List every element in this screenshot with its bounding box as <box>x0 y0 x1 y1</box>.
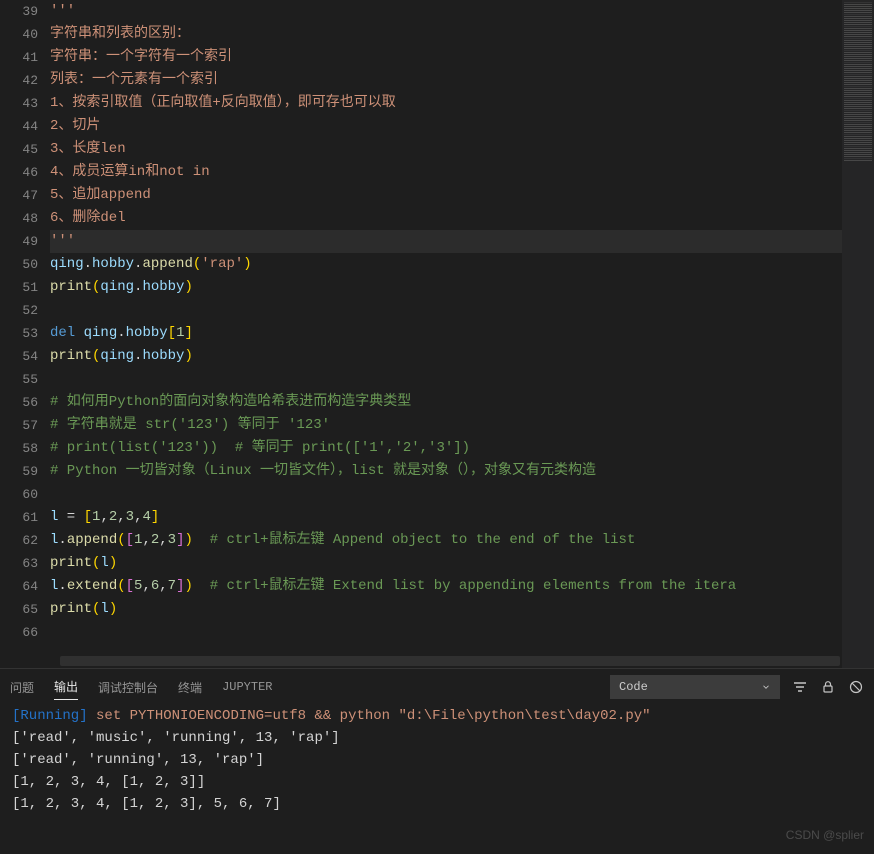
line-number: 63 <box>0 552 38 575</box>
line-number: 40 <box>0 23 38 46</box>
line-number: 45 <box>0 138 38 161</box>
code-line[interactable]: del qing.hobby[1] <box>50 322 842 345</box>
line-number: 47 <box>0 184 38 207</box>
tab-output[interactable]: 输出 <box>54 674 78 700</box>
line-number: 55 <box>0 368 38 391</box>
terminal-run-line: [Running] set PYTHONIOENCODING=utf8 && p… <box>12 705 862 727</box>
terminal-output-line: ['read', 'running', 13, 'rap'] <box>12 749 862 771</box>
line-number: 60 <box>0 483 38 506</box>
code-editor[interactable]: 3940414243444546474849505152535455565758… <box>0 0 842 668</box>
code-line[interactable]: print(qing.hobby) <box>50 345 842 368</box>
tab-debug-console[interactable]: 调试控制台 <box>98 675 158 700</box>
clear-output-icon[interactable] <box>848 679 864 695</box>
line-number: 61 <box>0 506 38 529</box>
line-number: 66 <box>0 621 38 644</box>
line-number: 65 <box>0 598 38 621</box>
tab-jupyter[interactable]: JUPYTER <box>222 676 272 698</box>
horizontal-scrollbar[interactable] <box>60 656 840 666</box>
code-line[interactable] <box>50 299 842 322</box>
output-channel-select[interactable]: Code <box>610 675 780 699</box>
select-value: Code <box>619 680 648 694</box>
code-line[interactable] <box>50 368 842 391</box>
code-line[interactable]: ''' <box>50 0 842 23</box>
code-line[interactable]: l.extend([5,6,7]) # ctrl+鼠标左键 Extend lis… <box>50 575 842 598</box>
code-content[interactable]: '''字符串和列表的区别：字符串：一个字符有一个索引列表：一个元素有一个索引1、… <box>50 0 842 668</box>
code-line[interactable]: # print(list('123')) # 等同于 print(['1','2… <box>50 437 842 460</box>
terminal-output-line: [1, 2, 3, 4, [1, 2, 3]] <box>12 771 862 793</box>
code-line[interactable] <box>50 483 842 506</box>
terminal-output-line: ['read', 'music', 'running', 13, 'rap'] <box>12 727 862 749</box>
code-line[interactable]: 列表：一个元素有一个索引 <box>50 69 842 92</box>
panel-tab-bar: 问题 输出 调试控制台 终端 JUPYTER Code <box>0 669 874 705</box>
line-number: 39 <box>0 0 38 23</box>
filter-icon[interactable] <box>792 679 808 695</box>
code-line[interactable]: qing.hobby.append('rap') <box>50 253 842 276</box>
code-line[interactable] <box>50 621 842 644</box>
watermark-text: CSDN @splier <box>786 828 864 842</box>
code-line[interactable]: print(l) <box>50 598 842 621</box>
code-line[interactable]: ''' <box>50 230 842 253</box>
line-number: 50 <box>0 253 38 276</box>
line-number: 48 <box>0 207 38 230</box>
line-number: 51 <box>0 276 38 299</box>
code-line[interactable]: 5、追加append <box>50 184 842 207</box>
line-number: 43 <box>0 92 38 115</box>
line-number: 64 <box>0 575 38 598</box>
code-line[interactable]: # 如何用Python的面向对象构造哈希表进而构造字典类型 <box>50 391 842 414</box>
code-line[interactable]: # Python 一切皆对象（Linux 一切皆文件），list 就是对象（），… <box>50 460 842 483</box>
minimap[interactable] <box>842 0 874 668</box>
code-line[interactable]: 3、长度len <box>50 138 842 161</box>
line-number: 49 <box>0 230 38 253</box>
line-number: 62 <box>0 529 38 552</box>
code-line[interactable]: 6、删除del <box>50 207 842 230</box>
line-number: 44 <box>0 115 38 138</box>
line-number: 42 <box>0 69 38 92</box>
line-number: 54 <box>0 345 38 368</box>
chevron-down-icon <box>761 682 771 692</box>
line-number: 56 <box>0 391 38 414</box>
code-line[interactable]: 字符串和列表的区别： <box>50 23 842 46</box>
line-number: 46 <box>0 161 38 184</box>
tab-terminal[interactable]: 终端 <box>178 675 202 700</box>
code-line[interactable]: l = [1,2,3,4] <box>50 506 842 529</box>
line-number-gutter: 3940414243444546474849505152535455565758… <box>0 0 50 668</box>
line-number: 59 <box>0 460 38 483</box>
line-number: 58 <box>0 437 38 460</box>
line-number: 52 <box>0 299 38 322</box>
output-terminal[interactable]: [Running] set PYTHONIOENCODING=utf8 && p… <box>0 705 874 854</box>
panel-actions: Code <box>610 675 864 699</box>
terminal-output-line: [1, 2, 3, 4, [1, 2, 3], 5, 6, 7] <box>12 793 862 815</box>
code-line[interactable]: 4、成员运算in和not in <box>50 161 842 184</box>
line-number: 53 <box>0 322 38 345</box>
code-line[interactable]: 字符串：一个字符有一个索引 <box>50 46 842 69</box>
code-line[interactable]: l.append([1,2,3]) # ctrl+鼠标左键 Append obj… <box>50 529 842 552</box>
code-line[interactable]: print(l) <box>50 552 842 575</box>
line-number: 57 <box>0 414 38 437</box>
bottom-panel: 问题 输出 调试控制台 终端 JUPYTER Code [Running] se… <box>0 668 874 854</box>
tab-problems[interactable]: 问题 <box>10 675 34 700</box>
lock-icon[interactable] <box>820 679 836 695</box>
editor-area: 3940414243444546474849505152535455565758… <box>0 0 874 668</box>
code-line[interactable]: print(qing.hobby) <box>50 276 842 299</box>
code-line[interactable]: # 字符串就是 str('123') 等同于 '123' <box>50 414 842 437</box>
code-line[interactable]: 1、按索引取值（正向取值+反向取值），即可存也可以取 <box>50 92 842 115</box>
code-line[interactable]: 2、切片 <box>50 115 842 138</box>
line-number: 41 <box>0 46 38 69</box>
